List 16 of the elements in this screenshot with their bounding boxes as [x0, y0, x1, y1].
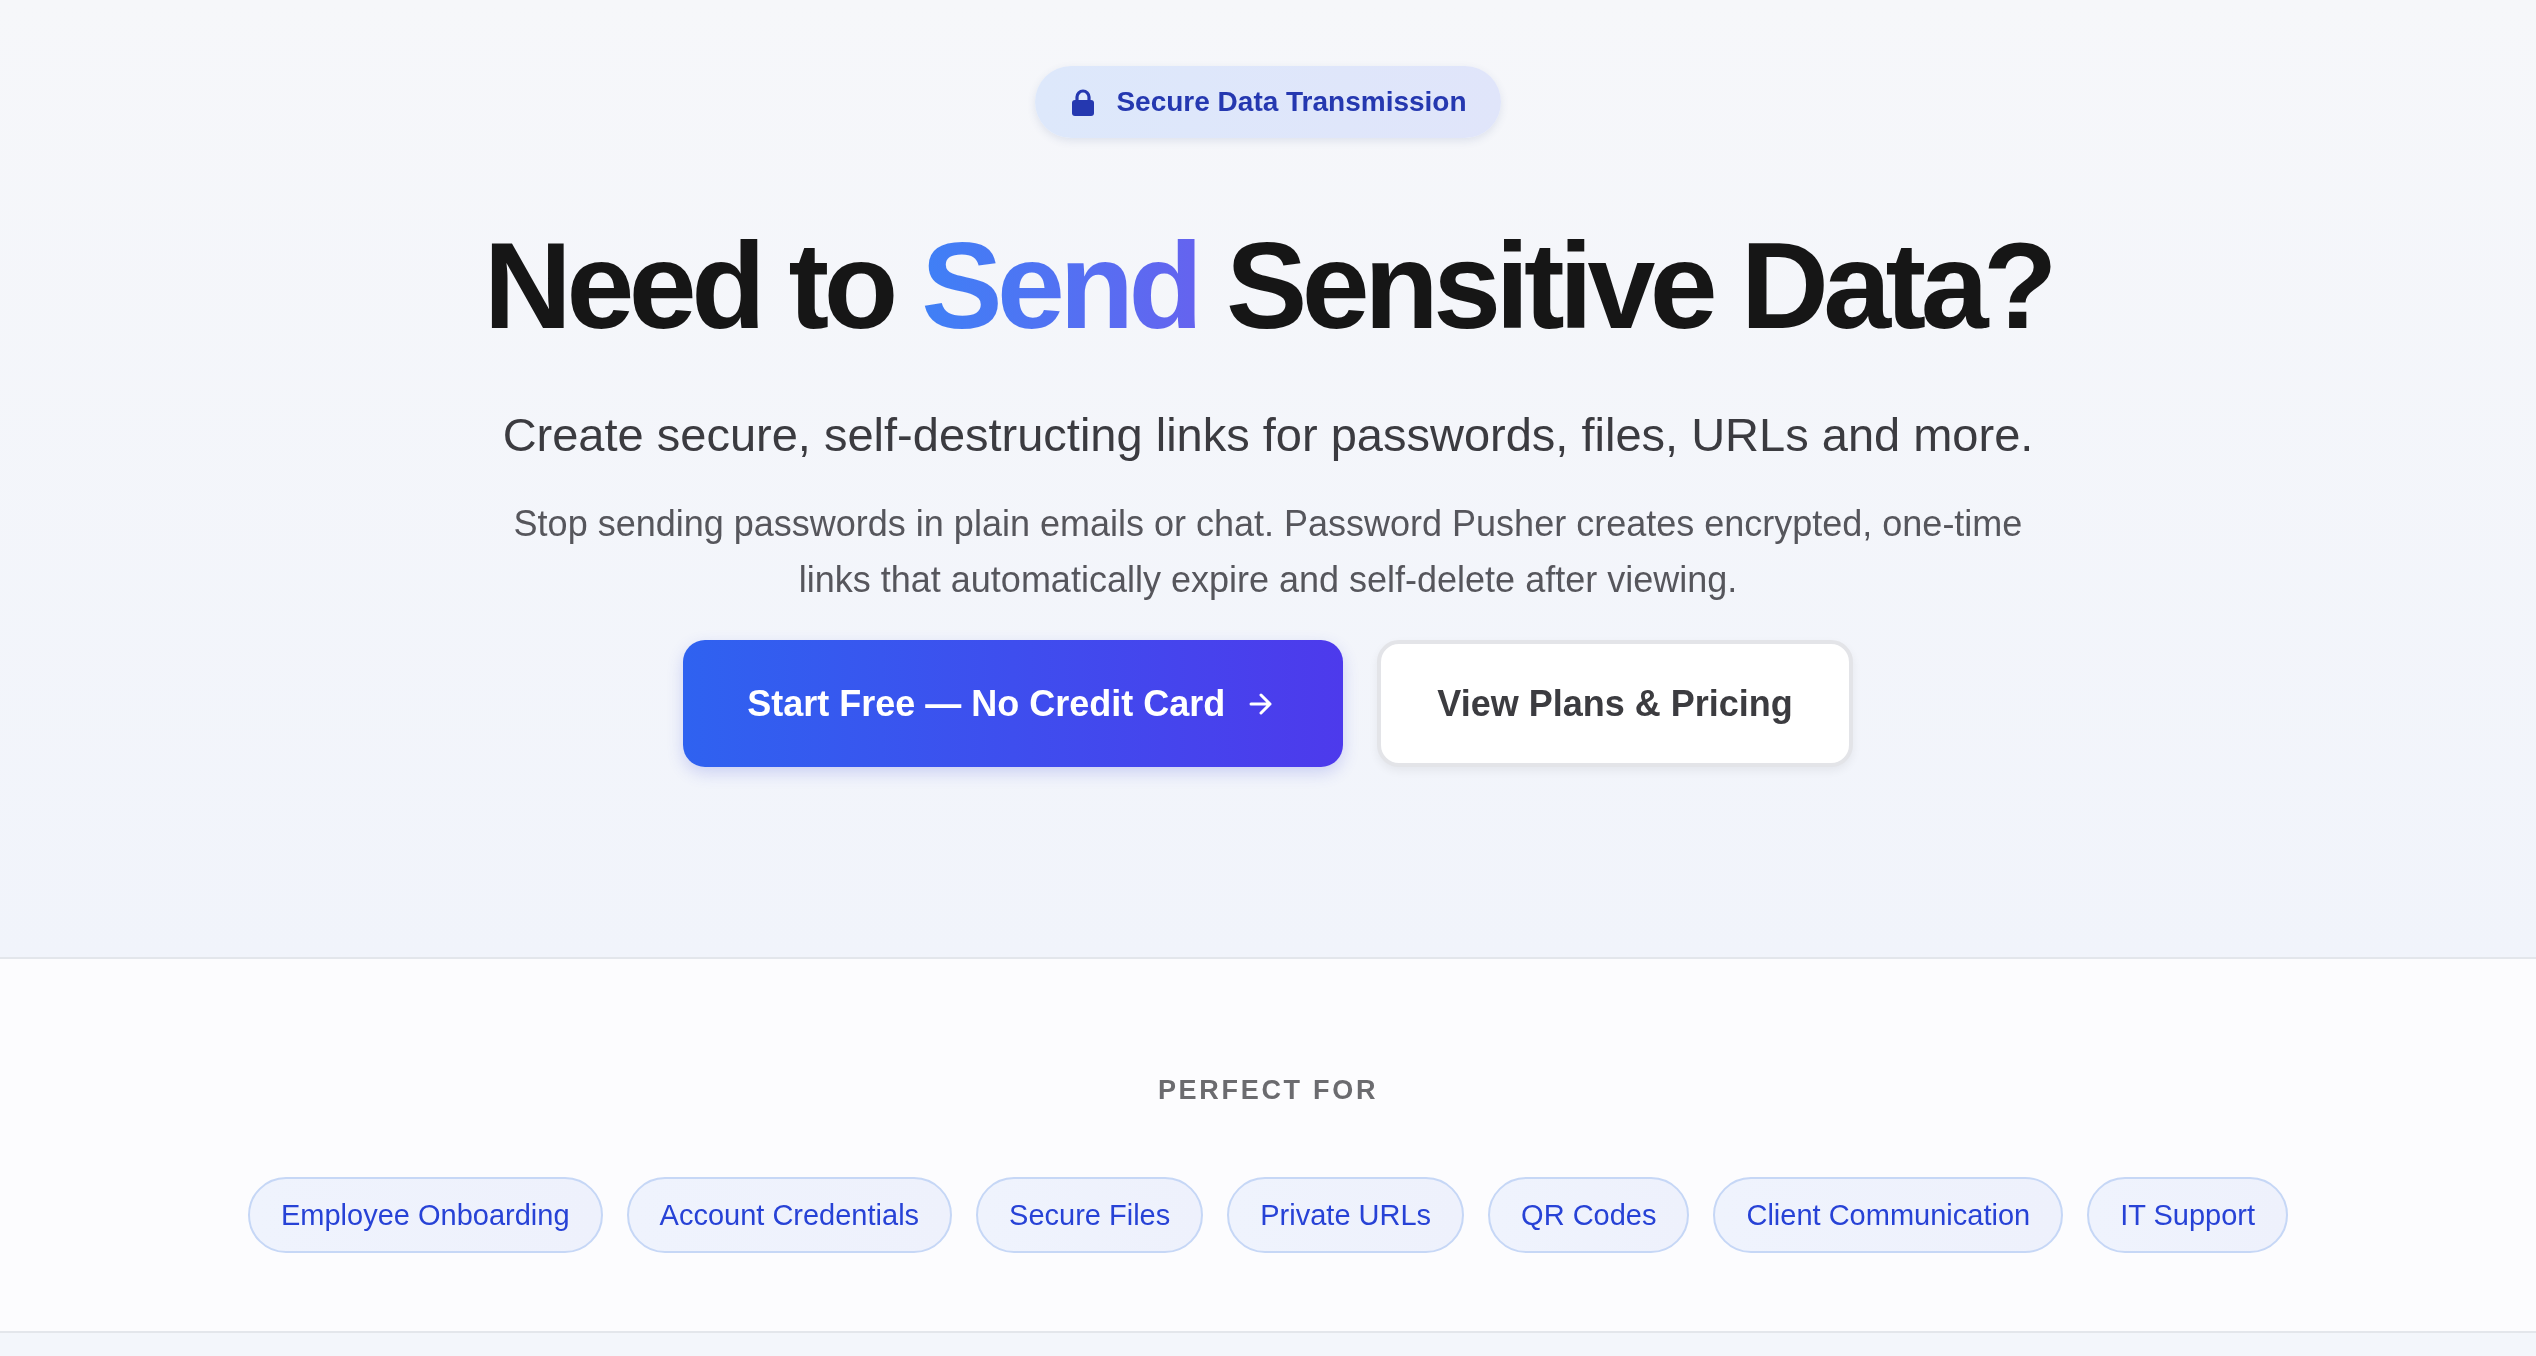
start-free-button[interactable]: Start Free — No Credit Card — [683, 640, 1344, 767]
use-case-tag: IT Support — [2087, 1177, 2289, 1253]
badge-label: Secure Data Transmission — [1116, 86, 1467, 118]
use-case-tag: Account Credentials — [626, 1177, 953, 1253]
description: Stop sending passwords in plain emails or chat. Password Pusher creates encrypted, one-time links that automatically expire and self-delete after viewing. — [512, 502, 2024, 602]
use-case-tag: Private URLs — [1227, 1177, 1465, 1253]
use-case-tag: Secure Files — [976, 1177, 1204, 1253]
headline: Need to Send Sensitive Data? — [483, 217, 2053, 356]
subtitle: Create secure, self-destructing links for passwords, files, URLs and more. — [502, 407, 2034, 463]
lock-icon — [1071, 88, 1096, 116]
pricing-button[interactable]: View Plans & Pricing — [1377, 640, 1853, 767]
section-heading: PERFECT FOR — [1157, 1074, 1379, 1107]
use-case-tag: Employee Onboarding — [247, 1177, 603, 1253]
use-case-tag: Client Communication — [1713, 1177, 2064, 1253]
arrow-icon — [1249, 692, 1274, 715]
use-case-tag: QR Codes — [1488, 1177, 1690, 1253]
